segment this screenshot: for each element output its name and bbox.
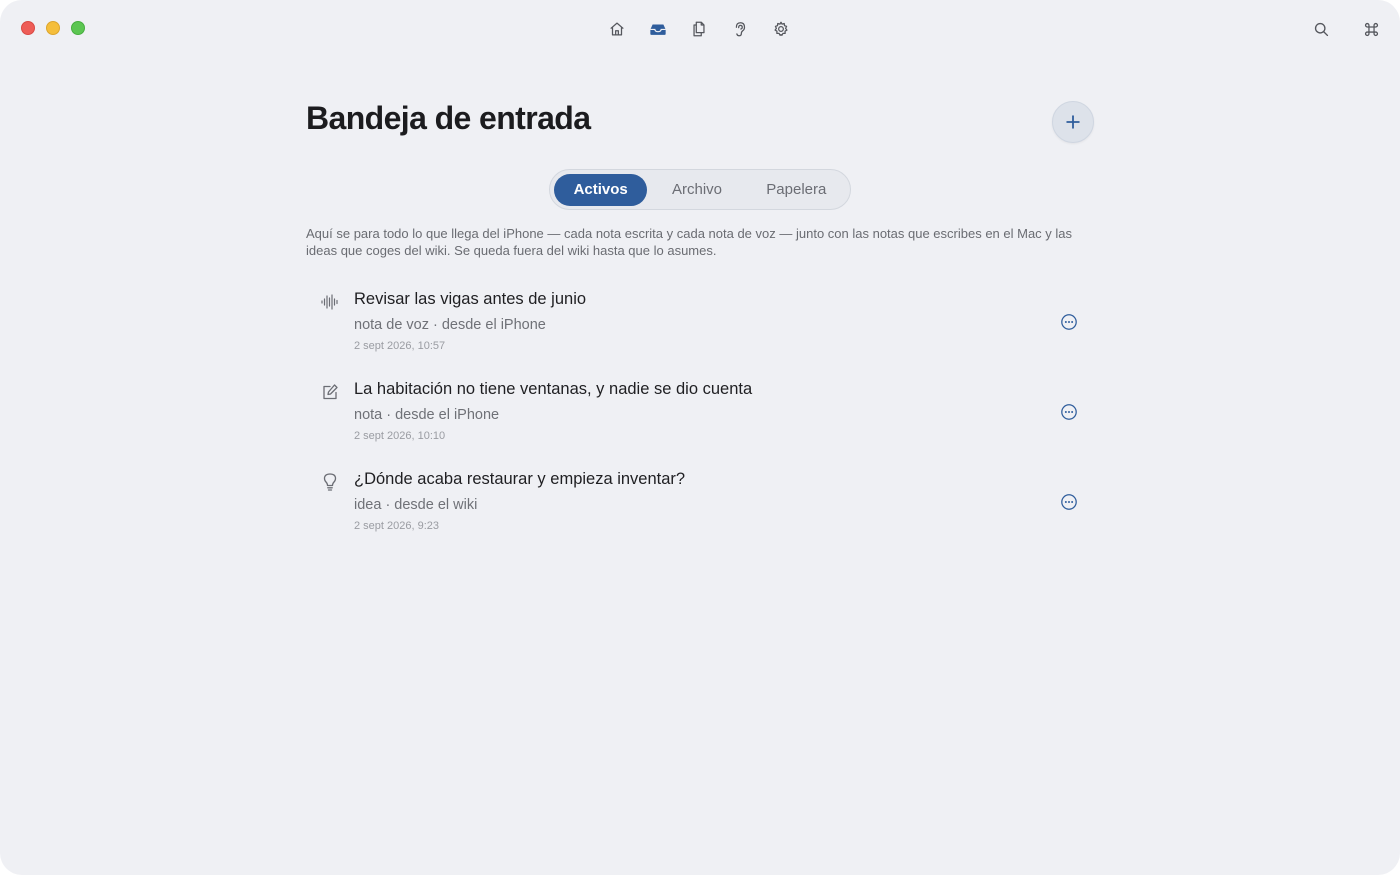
tab-papelera[interactable]: Papelera <box>747 174 846 206</box>
item-title: La habitación no tiene ventanas, y nadie… <box>354 380 753 398</box>
item-title: Revisar las vigas antes de junio <box>354 290 587 308</box>
app-window: Bandeja de entrada Activos Archivo Papel… <box>0 0 1400 875</box>
status-segmented-control: Activos Archivo Papelera <box>549 169 851 210</box>
more-options-button[interactable] <box>1060 493 1078 511</box>
home-icon <box>610 22 624 36</box>
ellipsis-circle-icon <box>1061 494 1077 510</box>
gear-icon <box>774 21 788 36</box>
close-window-button[interactable] <box>21 21 35 35</box>
item-meta: nota · desde el iPhone <box>354 407 500 423</box>
ellipsis-circle-icon <box>1061 404 1077 420</box>
plus-icon <box>1066 115 1080 129</box>
ellipsis-circle-icon <box>1061 314 1077 330</box>
add-item-button[interactable] <box>1052 101 1094 143</box>
command-icon <box>1364 22 1378 36</box>
top-right-toolbar <box>1310 18 1382 40</box>
item-timestamp: 2 sept 2026, 9:23 <box>354 520 440 532</box>
item-timestamp: 2 sept 2026, 10:57 <box>354 340 446 352</box>
nav-home-button[interactable] <box>606 18 628 40</box>
command-palette-button[interactable] <box>1360 18 1382 40</box>
inbox-item[interactable]: Revisar las vigas antes de junio nota de… <box>306 288 1096 378</box>
nav-settings-button[interactable] <box>770 18 792 40</box>
maximize-window-button[interactable] <box>71 21 85 35</box>
nav-inbox-button[interactable] <box>647 18 669 40</box>
nav-listen-button[interactable] <box>729 18 751 40</box>
inbox-icon <box>650 24 666 35</box>
traffic-lights <box>21 21 85 35</box>
tab-activos[interactable]: Activos <box>554 173 648 206</box>
documents-icon <box>693 21 705 37</box>
page-description: Aquí se para todo lo que llega del iPhon… <box>306 226 1073 258</box>
tab-archivo[interactable]: Archivo <box>647 174 746 206</box>
item-meta: idea · desde el wiki <box>354 497 478 513</box>
item-meta: nota de voz · desde el iPhone <box>354 317 546 333</box>
page-title: Bandeja de entrada <box>306 100 591 136</box>
search-icon <box>1314 22 1328 36</box>
compose-note-icon <box>320 382 340 402</box>
nav-documents-button[interactable] <box>688 18 710 40</box>
search-button[interactable] <box>1310 18 1332 40</box>
top-navigation <box>606 18 792 40</box>
ear-icon <box>735 22 746 37</box>
item-title: ¿Dónde acaba restaurar y empieza inventa… <box>354 470 686 488</box>
inbox-item[interactable]: La habitación no tiene ventanas, y nadie… <box>306 378 1096 468</box>
minimize-window-button[interactable] <box>46 21 60 35</box>
more-options-button[interactable] <box>1060 313 1078 331</box>
inbox-item[interactable]: ¿Dónde acaba restaurar y empieza inventa… <box>306 468 1096 558</box>
item-timestamp: 2 sept 2026, 10:10 <box>354 430 446 442</box>
more-options-button[interactable] <box>1060 403 1078 421</box>
waveform-icon <box>320 292 340 312</box>
inbox-list: Revisar las vigas antes de junio nota de… <box>306 288 1096 558</box>
lightbulb-icon <box>320 472 340 492</box>
